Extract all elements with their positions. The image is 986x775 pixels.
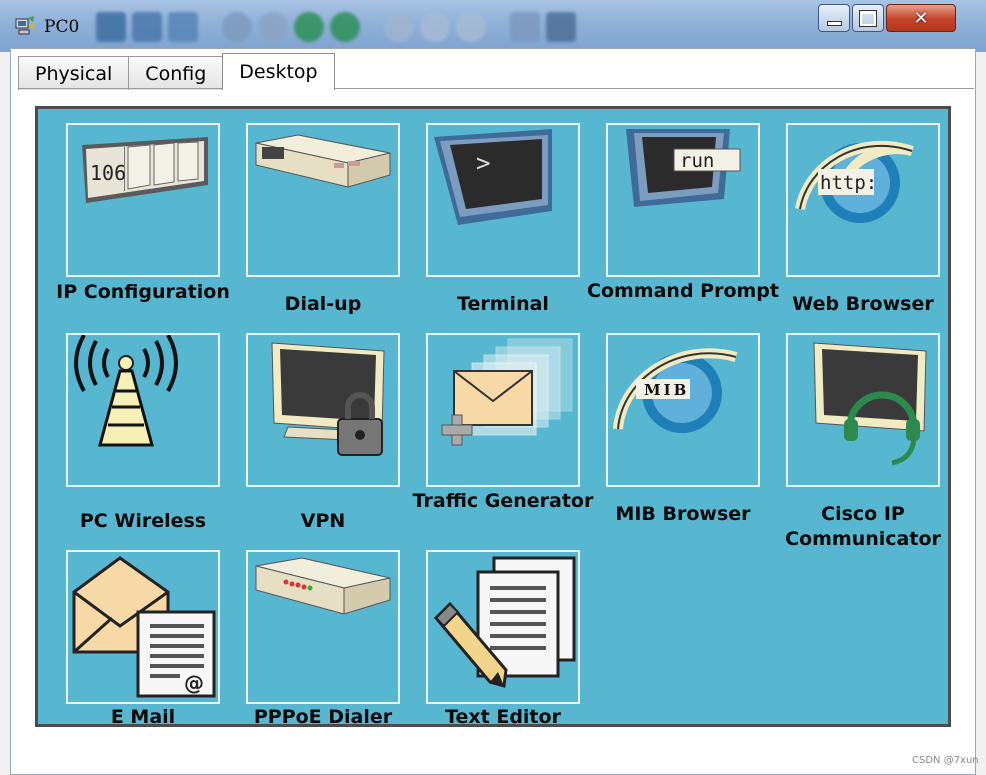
window-controls: ✕ [818,4,958,34]
pppoe-dialer-icon [255,557,391,615]
app-label: Dial-up [284,293,362,315]
app-tile[interactable]: run [606,123,760,277]
window-title-bar[interactable]: PC0 ✕ [0,0,986,52]
app-tile[interactable] [426,550,580,704]
app-tile[interactable]: 106 [66,123,220,277]
dialog-footer [18,742,974,774]
close-button[interactable]: ✕ [886,4,956,32]
app-label: E Mail [110,706,176,727]
watermark: CSDN @7xun [912,755,979,766]
desktop-app-area: 106 IP Configuration Dial-up > Terminal … [35,106,951,727]
close-icon: ✕ [913,7,929,29]
app-tile[interactable]: @ [66,550,220,704]
app-label: VPN [300,510,346,532]
app-tile[interactable] [246,333,400,487]
app-label: Cisco IP Communicator [785,503,941,550]
tab-physical[interactable]: Physical [18,56,130,90]
blurred-toolbar [96,12,576,46]
maximize-button[interactable] [852,4,884,32]
app-tile[interactable]: MIB [606,333,760,487]
app-label: PPPoE Dialer [253,706,393,727]
app-label: Text Editor [445,706,561,727]
app-label: IP Configuration [56,281,230,303]
svg-text:run: run [680,150,714,172]
text-editor-icon [433,556,576,688]
app-label: Terminal [457,293,549,315]
app-tile[interactable] [786,333,940,487]
ip-configuration-icon: 106 [82,137,208,203]
app-tile[interactable] [66,333,220,487]
minimize-button[interactable] [818,4,850,32]
vpn-lock-icon [271,342,385,456]
app-tile[interactable] [426,333,580,487]
svg-text:@: @ [184,671,204,695]
svg-text:>: > [476,149,490,177]
app-tile[interactable]: http: [786,123,940,277]
packet-tracer-pc-icon [14,15,36,37]
minimize-icon [826,20,842,26]
app-tile[interactable] [246,123,400,277]
svg-text:http:: http: [820,172,877,194]
tab-config[interactable]: Config [128,56,224,90]
app-label: Web Browser [792,293,934,315]
command-prompt-icon: run [626,129,741,207]
email-icon: @ [72,556,216,698]
tab-bar: Physical Config Desktop [18,53,335,90]
mib-browser-icon: MIB [613,348,738,433]
app-tile[interactable]: > [426,123,580,277]
wireless-tower-icon [74,335,178,447]
svg-text:MIB: MIB [644,381,689,399]
app-label: Command Prompt [587,280,779,302]
tab-divider [18,88,974,89]
terminal-icon: > [434,129,552,225]
maximize-icon [859,9,877,27]
app-label: MIB Browser [615,503,751,525]
ip-communicator-headset-icon [813,342,927,466]
app-label: Traffic Generator [412,490,594,512]
modem-icon [255,134,391,188]
web-browser-icon: http: [795,141,914,223]
app-label: PC Wireless [79,510,207,532]
tab-desktop[interactable]: Desktop [222,53,335,90]
app-tile[interactable] [246,550,400,704]
svg-text:106: 106 [90,161,126,185]
window-title: PC0 [44,17,80,37]
traffic-generator-icon [441,338,573,446]
